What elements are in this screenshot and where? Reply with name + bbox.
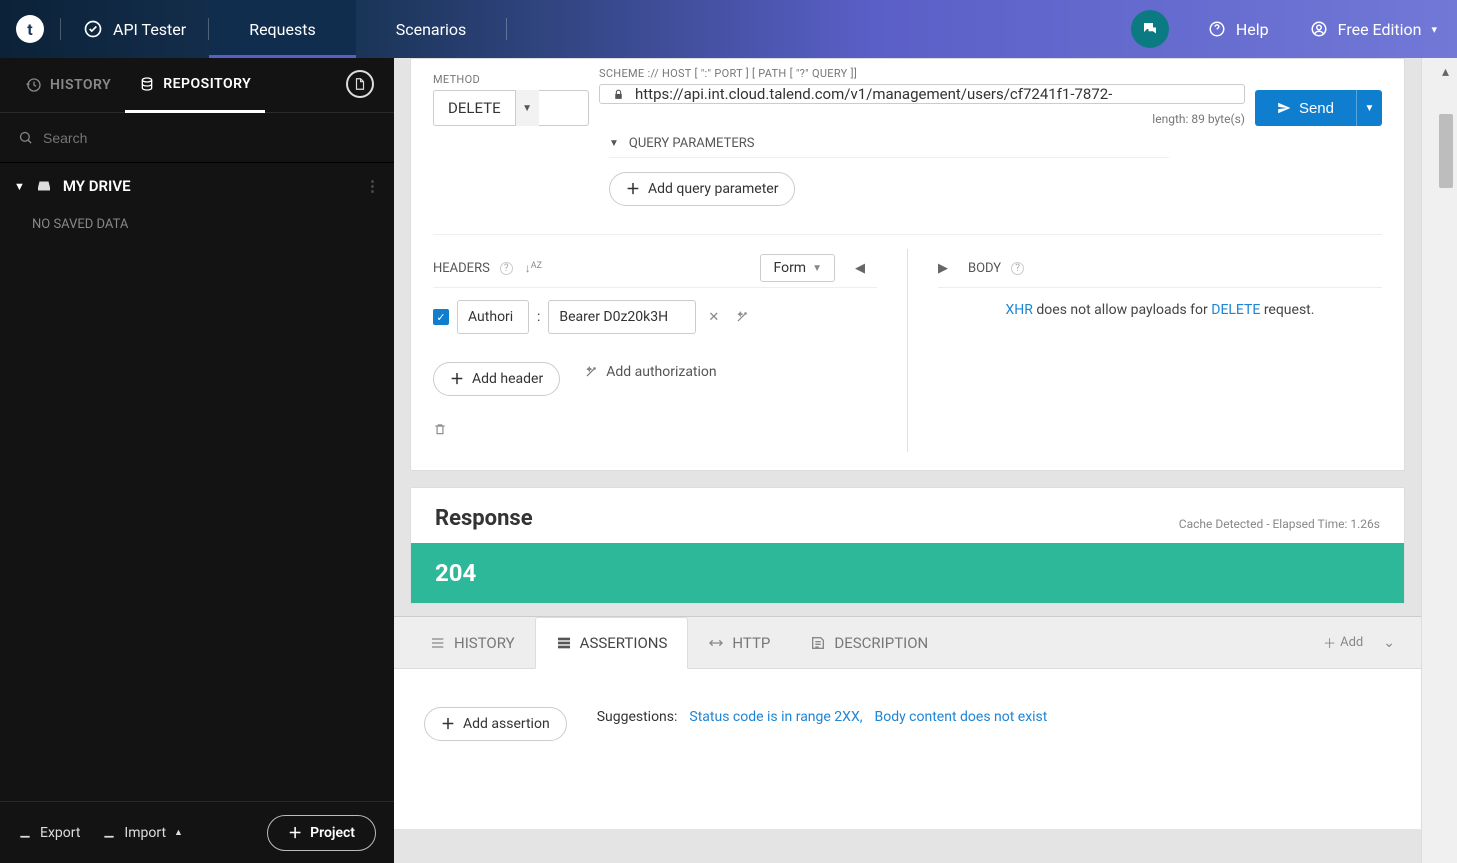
help-link[interactable]: Help bbox=[1188, 20, 1289, 39]
response-meta: Cache Detected - Elapsed Time: 1.26s bbox=[1179, 517, 1380, 531]
response-title: Response bbox=[435, 506, 533, 531]
add-authorization-link[interactable]: Add authorization bbox=[584, 364, 716, 380]
bottom-tab-http[interactable]: HTTP bbox=[688, 617, 790, 669]
header-value-input[interactable]: Bearer D0z20k3H bbox=[548, 300, 696, 334]
drive-icon bbox=[35, 177, 53, 195]
triangle-down-icon: ▼ bbox=[609, 138, 619, 149]
method-select[interactable]: DELETE ▼ bbox=[433, 90, 589, 126]
scrollbar[interactable]: ▴ bbox=[1421, 58, 1457, 863]
app-logo[interactable]: t bbox=[0, 0, 60, 58]
send-button[interactable]: Send bbox=[1255, 90, 1356, 126]
url-label: SCHEME :// HOST [ ":" PORT ] [ PATH [ "?… bbox=[599, 67, 1245, 80]
header-mode-select[interactable]: Form ▼ bbox=[760, 254, 835, 282]
help-icon[interactable]: ? bbox=[1011, 262, 1024, 275]
caret-down-icon: ▼ bbox=[14, 180, 25, 193]
scroll-thumb[interactable] bbox=[1439, 114, 1453, 188]
upload-icon bbox=[102, 826, 116, 840]
tab-scenarios[interactable]: Scenarios bbox=[356, 0, 507, 58]
add-assertion-button[interactable]: ＋ Add assertion bbox=[424, 707, 567, 741]
query-params-toggle[interactable]: ▼ QUERY PARAMETERS bbox=[609, 136, 1382, 151]
app-name-group[interactable]: API Tester bbox=[61, 0, 208, 58]
add-query-param-button[interactable]: ＋ Add query parameter bbox=[609, 172, 795, 206]
suggestions-label: Suggestions: bbox=[597, 709, 678, 725]
tab-requests[interactable]: Requests bbox=[209, 0, 356, 58]
history-icon bbox=[26, 77, 42, 93]
add-tab-button[interactable]: ＋Add bbox=[1323, 633, 1373, 652]
url-input[interactable]: https://api.int.cloud.talend.com/v1/mana… bbox=[599, 84, 1245, 104]
app-name: API Tester bbox=[113, 20, 186, 39]
collapse-left-icon[interactable]: ◀ bbox=[843, 261, 877, 276]
suggestion-body-empty[interactable]: Body content does not exist bbox=[874, 709, 1047, 725]
chat-icon[interactable] bbox=[1131, 10, 1169, 48]
bottom-tab-assertions[interactable]: ASSERTIONS bbox=[535, 617, 689, 669]
download-icon bbox=[18, 826, 32, 840]
body-title: BODY bbox=[968, 261, 1001, 276]
method-dropdown-icon[interactable]: ▼ bbox=[515, 90, 539, 126]
export-button[interactable]: Export bbox=[18, 825, 80, 841]
sidebar-tab-history[interactable]: HISTORY bbox=[12, 58, 125, 113]
sidebar-tab-repository[interactable]: REPOSITORY bbox=[125, 58, 265, 113]
edition-menu[interactable]: Free Edition ▾ bbox=[1290, 20, 1457, 39]
drive-row[interactable]: ▼ MY DRIVE ⋮ bbox=[0, 163, 394, 209]
trash-icon[interactable] bbox=[433, 407, 877, 452]
bottom-tab-history[interactable]: HISTORY bbox=[410, 617, 535, 669]
sort-icon[interactable]: ↓AZ bbox=[525, 261, 542, 275]
xhr-link[interactable]: XHR bbox=[1006, 302, 1033, 318]
delete-link[interactable]: DELETE bbox=[1211, 302, 1260, 318]
url-length: length: 89 byte(s) bbox=[599, 112, 1245, 126]
user-icon bbox=[1310, 20, 1328, 38]
chevron-down-icon: ▾ bbox=[1431, 23, 1437, 36]
add-header-button[interactable]: ＋ Add header bbox=[433, 362, 560, 396]
search-input[interactable] bbox=[43, 130, 376, 146]
status-code: 204 bbox=[411, 543, 1404, 603]
more-icon[interactable]: ⋮ bbox=[365, 177, 380, 195]
remove-header-icon[interactable]: ✕ bbox=[704, 310, 723, 325]
bottom-tab-description[interactable]: DESCRIPTION bbox=[790, 617, 948, 669]
search-icon bbox=[18, 130, 33, 145]
new-document-button[interactable] bbox=[346, 70, 374, 98]
project-button[interactable]: ＋ Project bbox=[267, 815, 376, 851]
magic-icon[interactable] bbox=[731, 310, 753, 324]
no-saved-text: NO SAVED DATA bbox=[0, 209, 394, 240]
headers-title: HEADERS bbox=[433, 261, 490, 276]
import-button[interactable]: Import ▲ bbox=[102, 825, 183, 841]
send-dropdown[interactable]: ▼ bbox=[1356, 90, 1382, 126]
scroll-up-icon[interactable]: ▴ bbox=[1442, 64, 1449, 80]
chevron-down-icon[interactable]: ⌄ bbox=[1373, 635, 1405, 651]
help-icon[interactable]: ? bbox=[500, 262, 513, 275]
header-name-input[interactable]: Authori bbox=[457, 300, 529, 334]
lock-icon bbox=[612, 88, 625, 101]
help-icon bbox=[1208, 20, 1226, 38]
body-message: XHR does not allow payloads for DELETE r… bbox=[938, 302, 1382, 318]
suggestion-status-2xx[interactable]: Status code is in range 2XX, bbox=[689, 709, 862, 725]
database-icon bbox=[139, 76, 155, 92]
expand-right-icon[interactable]: ▶ bbox=[938, 261, 960, 276]
header-checkbox[interactable]: ✓ bbox=[433, 309, 449, 325]
method-label: METHOD bbox=[433, 73, 589, 86]
check-badge-icon bbox=[83, 19, 103, 39]
